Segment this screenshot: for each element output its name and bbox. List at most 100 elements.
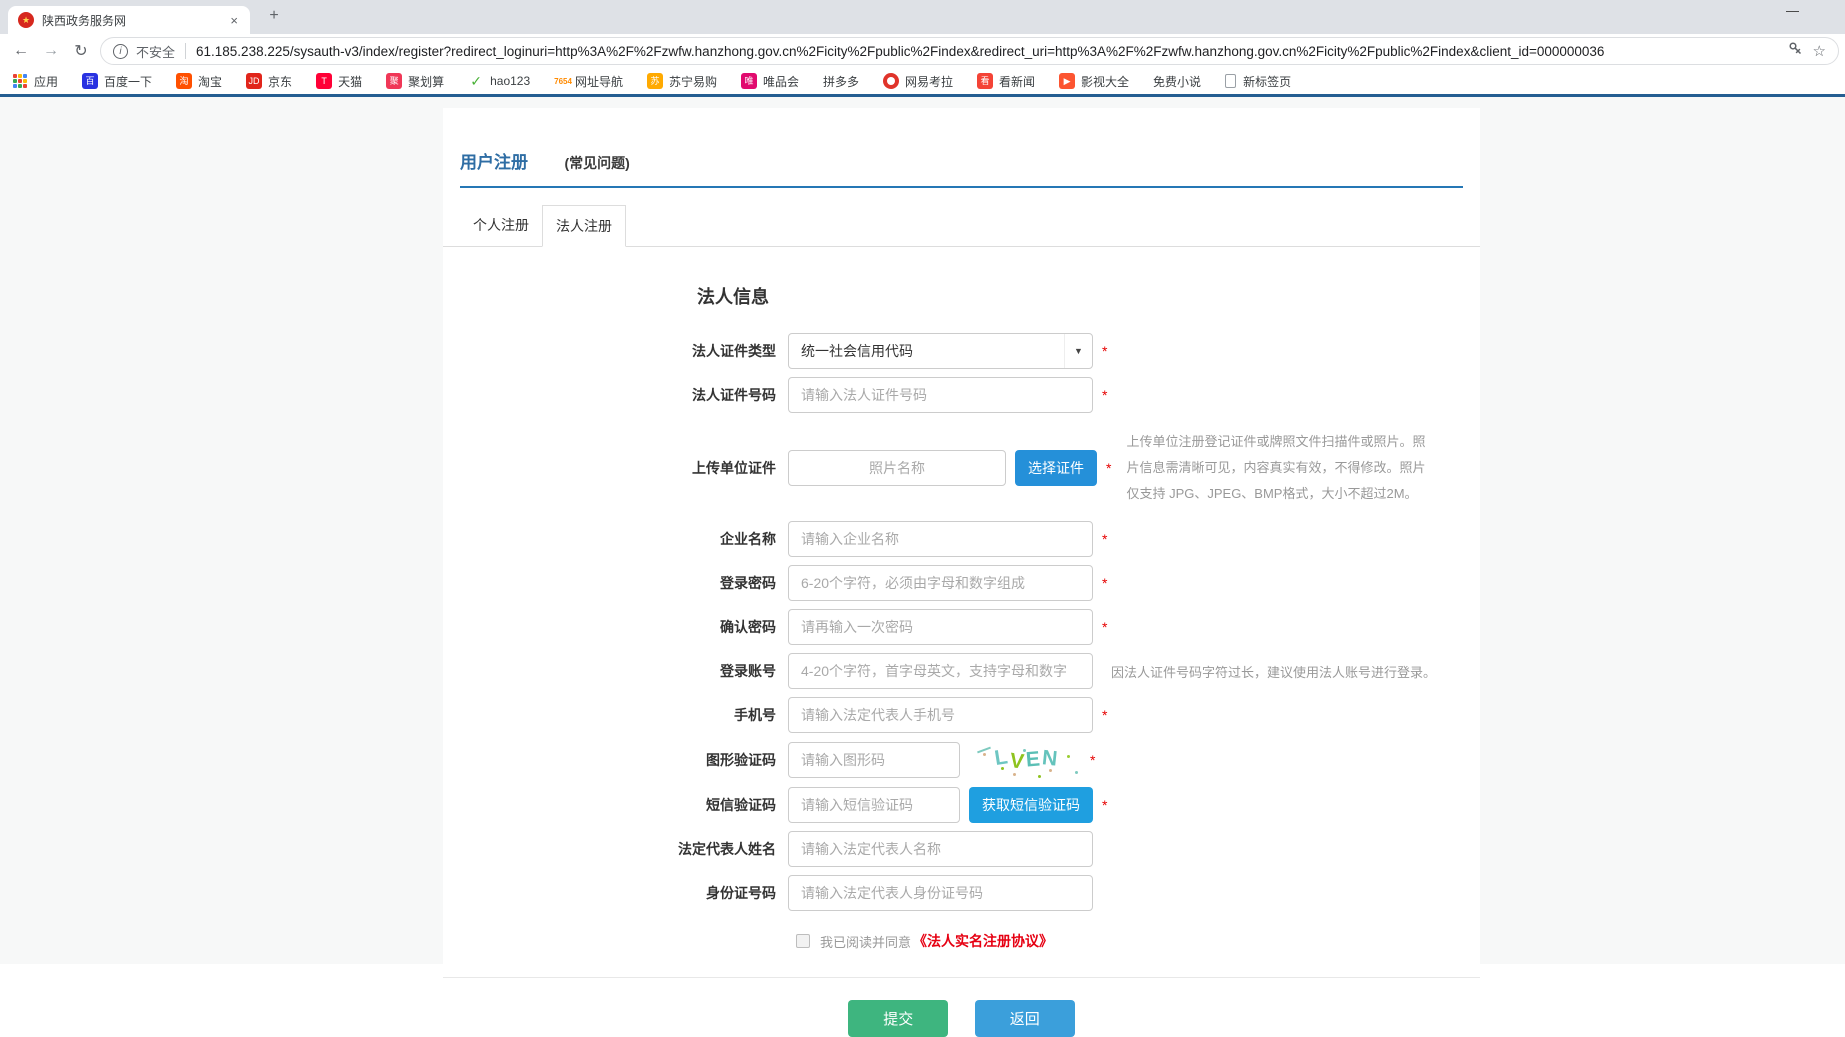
registration-card: 用户注册 (常见问题) 个人注册 法人注册 法人信息 法人证件类型 统一社会信用… bbox=[443, 108, 1480, 964]
page-title: 用户注册 bbox=[460, 148, 528, 173]
window-minimize-button[interactable]: — bbox=[1786, 3, 1799, 18]
chevron-down-icon: ▼ bbox=[1064, 334, 1092, 368]
browser-tab[interactable]: ★ 陕西政务服务网 × bbox=[8, 6, 250, 34]
field-label: 确认密码 bbox=[443, 617, 788, 637]
page-header: 用户注册 (常见问题) bbox=[443, 108, 1480, 188]
required-marker: * bbox=[1106, 460, 1111, 476]
bookmark-item[interactable]: 看看新闻 bbox=[977, 73, 1035, 90]
form-row-upload-cert: 上传单位证件 选择证件 * 上传单位注册登记证件或牌照文件扫描件或照片。照片信息… bbox=[443, 429, 1480, 507]
field-label: 法定代表人姓名 bbox=[443, 839, 788, 859]
captcha-letter: N bbox=[1041, 746, 1061, 772]
footer-divider bbox=[443, 977, 1480, 978]
address-bar[interactable]: i 不安全 61.185.238.225/sysauth-v3/index/re… bbox=[100, 37, 1839, 65]
select-value: 统一社会信用代码 bbox=[801, 341, 913, 361]
form-row-id-number: 身份证号码 bbox=[443, 875, 1480, 911]
agreement-checkbox[interactable] bbox=[796, 934, 810, 948]
bookmark-item[interactable]: 百百度一下 bbox=[82, 73, 152, 90]
legal-cert-number-input[interactable] bbox=[788, 377, 1093, 413]
bookmark-item[interactable]: 唯唯品会 bbox=[741, 73, 799, 90]
bookmark-star-icon[interactable]: ☆ bbox=[1813, 42, 1826, 60]
bookmark-label: 京东 bbox=[268, 73, 292, 90]
legal-cert-type-select[interactable]: 统一社会信用代码 ▼ bbox=[788, 333, 1093, 369]
tab-legal-register[interactable]: 法人注册 bbox=[542, 205, 626, 247]
password-key-icon[interactable] bbox=[1788, 41, 1803, 61]
required-marker: * bbox=[1102, 575, 1107, 591]
get-sms-code-button[interactable]: 获取短信验证码 bbox=[969, 787, 1093, 823]
bookmark-item[interactable]: 淘淘宝 bbox=[176, 73, 222, 90]
browser-chrome: ★ 陕西政务服务网 × + — ← → ↻ i 不安全 61.185.238.2… bbox=[0, 0, 1845, 97]
bookmark-item[interactable]: 免费小说 bbox=[1153, 73, 1201, 90]
bookmark-label: 新标签页 bbox=[1243, 73, 1291, 90]
bookmark-favicon-icon: 苏 bbox=[647, 73, 663, 89]
password-input[interactable] bbox=[788, 565, 1093, 601]
bookmark-label: 淘宝 bbox=[198, 73, 222, 90]
agreement-link[interactable]: 《法人实名注册协议》 bbox=[913, 931, 1053, 951]
bookmark-favicon-icon: 聚 bbox=[386, 73, 402, 89]
bookmark-item[interactable]: 聚聚划算 bbox=[386, 73, 444, 90]
back-icon[interactable]: ← bbox=[6, 42, 36, 60]
bookmark-item[interactable]: ▶影视大全 bbox=[1059, 73, 1129, 90]
id-number-input[interactable] bbox=[788, 875, 1093, 911]
forward-icon[interactable]: → bbox=[36, 42, 66, 60]
field-label: 上传单位证件 bbox=[443, 458, 788, 478]
field-label: 手机号 bbox=[443, 705, 788, 725]
bookmark-favicon-icon: 看 bbox=[977, 73, 993, 89]
bookmark-label: 聚划算 bbox=[408, 73, 444, 90]
form-row-account: 登录账号 因法人证件号码字符过长，建议使用法人账号进行登录。 bbox=[443, 653, 1480, 689]
company-name-input[interactable] bbox=[788, 521, 1093, 557]
tab-personal-register[interactable]: 个人注册 bbox=[460, 205, 542, 247]
phone-input[interactable] bbox=[788, 697, 1093, 733]
form-row-phone: 手机号 * bbox=[443, 697, 1480, 733]
header-underline bbox=[460, 186, 1463, 188]
bookmark-favicon-icon bbox=[12, 73, 28, 89]
bookmark-label: 看新闻 bbox=[999, 73, 1035, 90]
faq-link[interactable]: (常见问题) bbox=[564, 153, 629, 173]
required-marker: * bbox=[1102, 343, 1107, 359]
form-row-cert-type: 法人证件类型 统一社会信用代码 ▼ * bbox=[443, 333, 1480, 369]
account-input[interactable] bbox=[788, 653, 1093, 689]
bookmark-item[interactable]: JD京东 bbox=[246, 73, 292, 90]
register-tabs: 个人注册 法人注册 bbox=[443, 204, 1480, 247]
security-info-icon[interactable]: i bbox=[113, 44, 128, 59]
url-text[interactable]: 61.185.238.225/sysauth-v3/index/register… bbox=[196, 44, 1780, 59]
bookmark-item[interactable]: 新标签页 bbox=[1225, 73, 1291, 90]
upload-help-text: 上传单位注册登记证件或牌照文件扫描件或照片。照片信息需清晰可见，内容真实有效，不… bbox=[1126, 429, 1428, 507]
bookmark-label: 应用 bbox=[34, 73, 58, 90]
bookmark-item[interactable]: 7654网址导航 bbox=[554, 73, 623, 90]
tab-bar: ★ 陕西政务服务网 × + — bbox=[0, 0, 1845, 34]
bookmark-item[interactable]: 拼多多 bbox=[823, 73, 859, 90]
bookmark-favicon-icon: ▶ bbox=[1059, 73, 1075, 89]
bookmark-item[interactable]: 苏苏宁易购 bbox=[647, 73, 717, 90]
field-label: 登录账号 bbox=[443, 661, 788, 681]
reload-icon[interactable]: ↻ bbox=[66, 41, 96, 61]
bookmark-favicon-icon bbox=[1225, 74, 1236, 88]
form-row-sms-code: 短信验证码 获取短信验证码 * bbox=[443, 787, 1480, 823]
captcha-image[interactable]: LVEN bbox=[973, 741, 1081, 779]
tab-close-icon[interactable]: × bbox=[228, 13, 240, 28]
bookmark-label: 百度一下 bbox=[104, 73, 152, 90]
confirm-password-input[interactable] bbox=[788, 609, 1093, 645]
bookmarks-bar: 应用 百百度一下 淘淘宝 JD京东 T天猫 聚聚划算 ✓hao123 7654网址导航 苏苏宁易… bbox=[0, 68, 1845, 94]
legal-rep-name-input[interactable] bbox=[788, 831, 1093, 867]
bookmark-item[interactable]: 应用 bbox=[12, 73, 58, 90]
bookmark-favicon-icon: 淘 bbox=[176, 73, 192, 89]
security-label: 不安全 bbox=[136, 42, 175, 61]
new-tab-button[interactable]: + bbox=[262, 7, 286, 25]
bookmark-item[interactable]: T天猫 bbox=[316, 73, 362, 90]
sms-code-input[interactable] bbox=[788, 787, 960, 823]
required-marker: * bbox=[1102, 619, 1107, 635]
form-row-company-name: 企业名称 * bbox=[443, 521, 1480, 557]
bookmark-item[interactable]: 网易考拉 bbox=[883, 73, 953, 90]
bookmark-favicon-icon: 唯 bbox=[741, 73, 757, 89]
captcha-letter: V bbox=[1008, 749, 1027, 775]
bookmark-favicon-icon: 百 bbox=[82, 73, 98, 89]
submit-button[interactable]: 提交 bbox=[848, 1000, 948, 1037]
choose-cert-button[interactable]: 选择证件 bbox=[1015, 450, 1097, 486]
page-background: 用户注册 (常见问题) 个人注册 法人注册 法人信息 法人证件类型 统一社会信用… bbox=[0, 97, 1845, 964]
field-label: 身份证号码 bbox=[443, 883, 788, 903]
bookmark-item[interactable]: ✓hao123 bbox=[468, 73, 530, 89]
required-marker: * bbox=[1102, 387, 1107, 403]
captcha-input[interactable] bbox=[788, 742, 960, 778]
back-button[interactable]: 返回 bbox=[975, 1000, 1075, 1037]
upload-filename-input[interactable] bbox=[788, 450, 1006, 486]
